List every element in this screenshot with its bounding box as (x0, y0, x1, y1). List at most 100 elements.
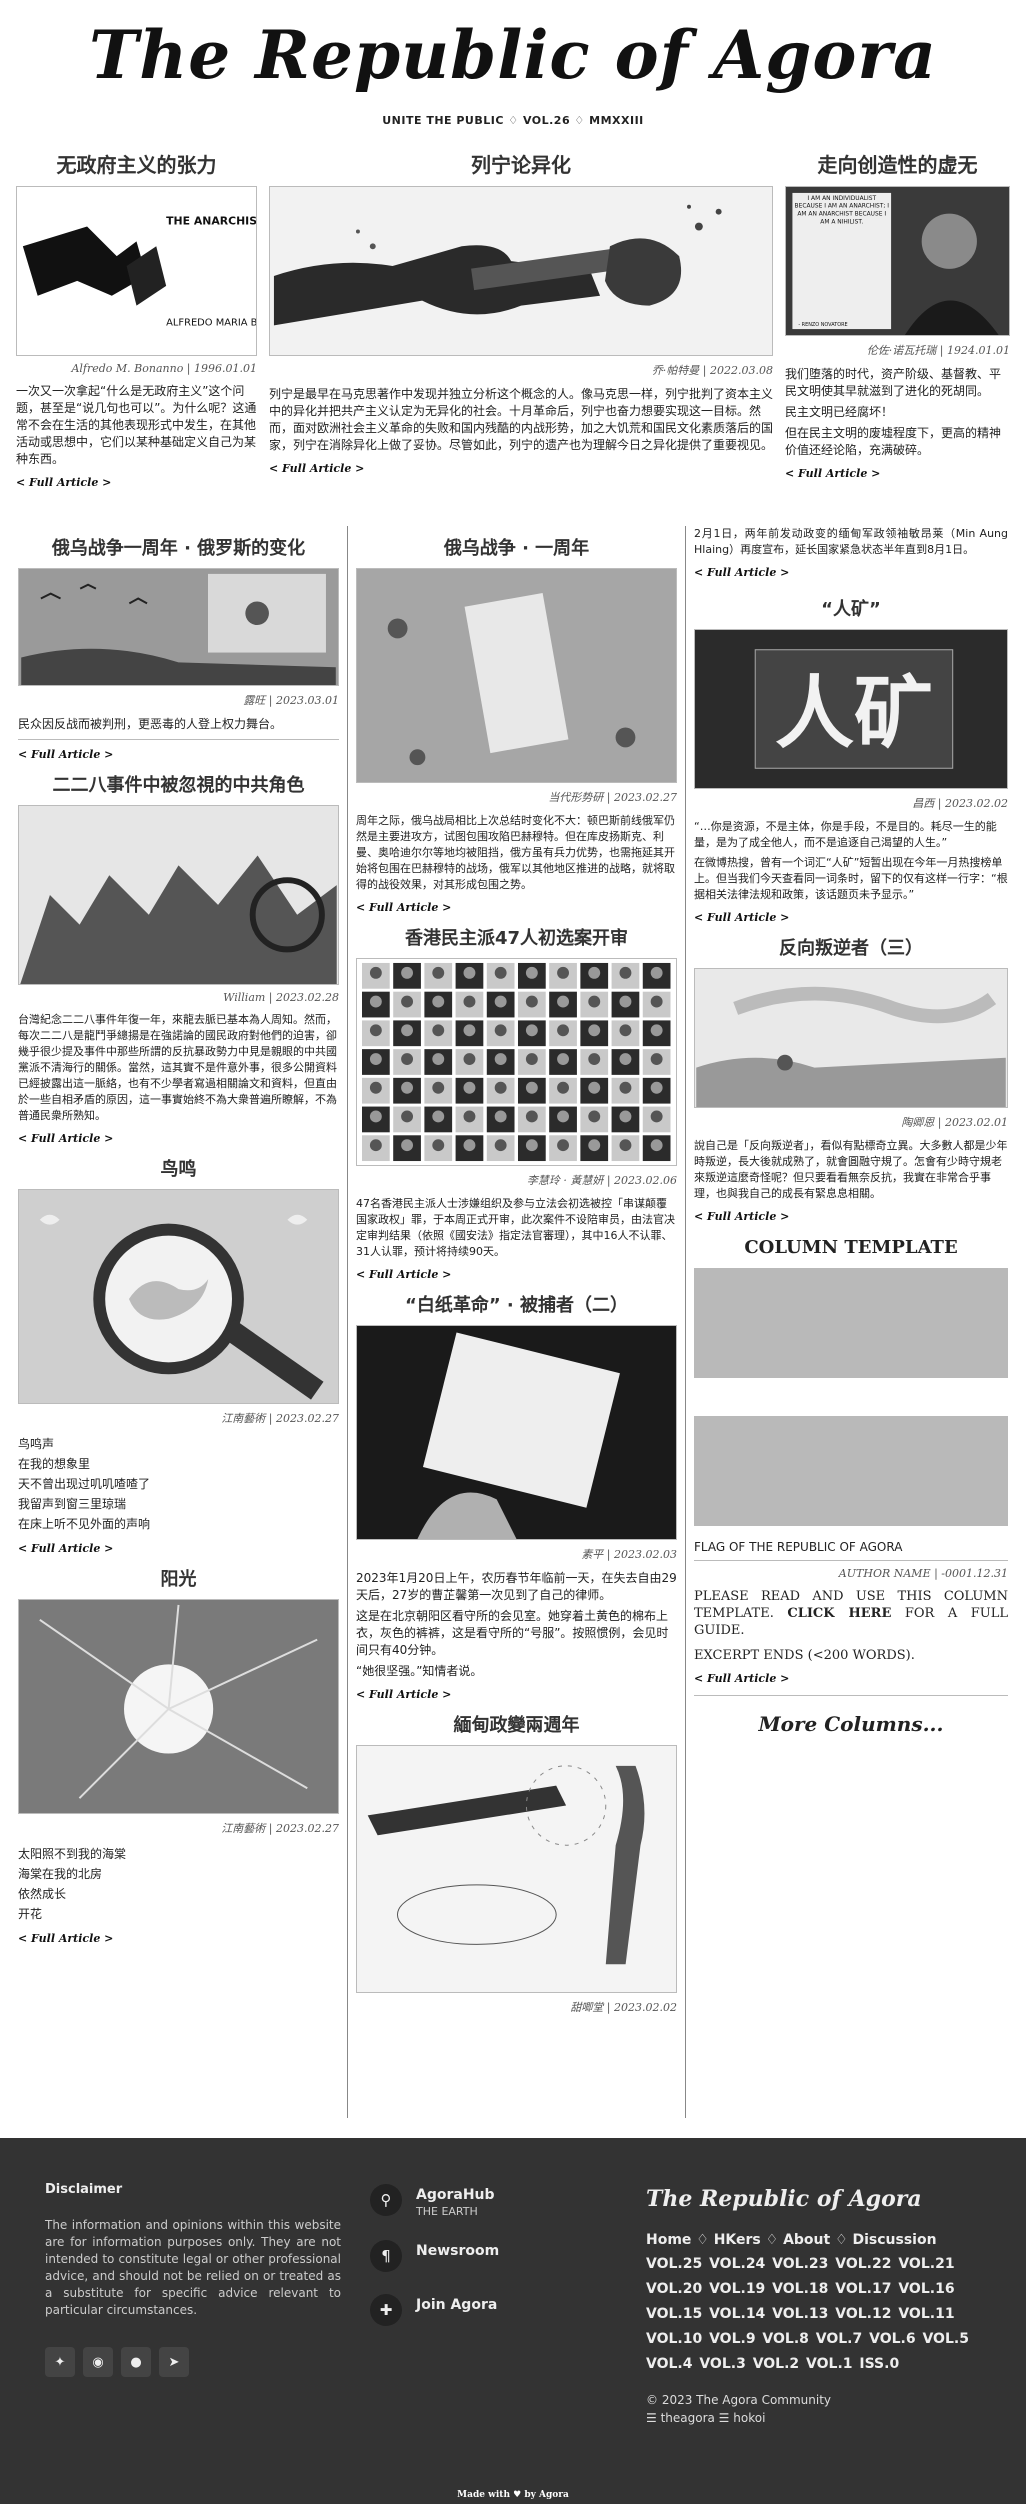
poem: 太阳照不到我的海棠 海棠在我的北房 依然成长 开花 (18, 1847, 127, 1921)
masthead: The Republic of Agora UNITE THE PUBLIC ♢… (0, 0, 1026, 148)
feature-article: 无政府主义的张力 THE ANARCHIST TENSION ALFREDO M… (10, 148, 263, 526)
full-article-link[interactable]: < Full Article > (269, 462, 773, 475)
article-image[interactable] (269, 186, 773, 356)
flag-image-bottom (694, 1416, 1008, 1526)
full-article-link[interactable]: < Full Article > (356, 1688, 677, 1701)
map-pin-icon: ⚲ (370, 2184, 402, 2216)
article-byline: 江南藝術 | 2023.02.27 (221, 1822, 339, 1835)
footer-main-nav[interactable]: Home ♢ HKers ♢ About ♢ Discussion (646, 2232, 986, 2248)
reddit-icon[interactable]: ● (121, 2347, 151, 2377)
telegram-icon[interactable]: ➤ (159, 2347, 189, 2377)
full-article-link[interactable]: < Full Article > (18, 1542, 339, 1555)
disclaimer: Disclaimer The information and opinions … (45, 2182, 341, 2377)
handles[interactable]: ☰ theagora ☰ hokoi (646, 2409, 986, 2427)
article-image[interactable] (356, 958, 677, 1166)
article-title[interactable]: 反向叛逆者（三） (694, 934, 1008, 960)
full-article-link[interactable]: < Full Article > (694, 1210, 1008, 1223)
column-template-title[interactable]: COLUMN TEMPLATE (694, 1237, 1008, 1258)
article-image[interactable]: THE ANARCHIST TENSION ALFREDO MARIA BONA… (16, 186, 257, 356)
full-article-link[interactable]: < Full Article > (18, 1932, 339, 1945)
article-image[interactable] (356, 1325, 677, 1540)
feature-article: 走向创造性的虚无 I AM AN INDIVIDUALIST BECAUSE I… (779, 148, 1016, 526)
article-excerpt: 47名香港民主派人士涉嫌组织及参与立法会初选被控「串谋颠覆国家政权」罪，于本周正… (356, 1197, 675, 1258)
disclaimer-title: Disclaimer (45, 2182, 123, 2197)
footer-brand[interactable]: The Republic of Agora (646, 2186, 986, 2212)
article-title[interactable]: 无政府主义的张力 (16, 148, 257, 182)
article-image[interactable] (18, 805, 339, 985)
agorahub-link[interactable]: ⚲ AgoraHub THE EARTH (370, 2184, 499, 2218)
masthead-subtitle: UNITE THE PUBLIC ♢ VOL.26 ♢ MMXXIII (382, 114, 644, 127)
full-article-link[interactable]: < Full Article > (694, 566, 1008, 579)
article-image[interactable] (18, 568, 339, 686)
top-features: 无政府主义的张力 THE ANARCHIST TENSION ALFREDO M… (0, 148, 1026, 526)
article-image[interactable]: 人矿 (694, 629, 1008, 789)
excerpt-note: EXCERPT ENDS (<200 WORDS). (694, 1648, 915, 1663)
article-title[interactable]: 俄乌战争 · 一周年 (356, 534, 677, 560)
article-title[interactable]: 阳光 (18, 1565, 339, 1591)
svg-text:ALFREDO MARIA BONANNO: ALFREDO MARIA BONANNO (166, 317, 256, 328)
more-columns-link[interactable]: More Columns... (694, 1712, 1008, 1736)
article-excerpt: 2月1日，两年前发动政变的缅甸军政领袖敏昂莱（Min Aung Hlaing）再… (694, 527, 1008, 556)
column-middle: 俄乌战争 · 一周年 当代形势研 | 2023.02.27 周年之际，俄乌战局相… (348, 526, 686, 2118)
article-excerpt: 周年之际，俄乌战局相比上次总结时变化不大：顿巴斯前线俄军仍然是主要进攻方，试图包… (356, 814, 675, 891)
article-title[interactable]: 緬甸政變兩週年 (356, 1711, 677, 1737)
footer-links: ⚲ AgoraHub THE EARTH ¶ Newsroom ✚ Join Ag… (370, 2184, 499, 2348)
article-title[interactable]: 俄乌战争一周年 · 俄罗斯的变化 (18, 534, 339, 560)
article-title[interactable]: 鸟鸣 (18, 1155, 339, 1181)
full-article-link[interactable]: < Full Article > (694, 911, 1008, 924)
article-byline: AUTHOR NAME | -0001.12.31 (838, 1567, 1008, 1580)
article-excerpt: “…你是资源，不是主体，你是手段，不是目的。耗尽一生的能量，是为了成全他人，而不… (694, 820, 1008, 901)
article-image[interactable] (694, 968, 1008, 1108)
article-image[interactable] (18, 1189, 339, 1404)
svg-text:- RENZO NOVATORE: - RENZO NOVATORE (798, 322, 847, 328)
full-article-link[interactable]: < Full Article > (694, 1672, 1008, 1685)
github-icon[interactable]: ◉ (83, 2347, 113, 2377)
join-agora-link[interactable]: ✚ Join Agora (370, 2294, 499, 2326)
footer: Disclaimer The information and opinions … (0, 2138, 1026, 2504)
article-byline: 陶卿恩 | 2023.02.01 (901, 1116, 1008, 1129)
volume-links[interactable]: VOL.25 VOL.24 VOL.23 VOL.22 VOL.21 VOL.2… (646, 2252, 986, 2377)
divider (694, 1560, 1008, 1561)
article-byline: 当代形势研 | 2023.02.27 (548, 791, 677, 804)
article-title[interactable]: “白纸革命” · 被捕者（二） (356, 1291, 677, 1317)
full-article-link[interactable]: < Full Article > (18, 1132, 339, 1145)
copyright: © 2023 The Agora Community ☰ theagora ☰ … (646, 2391, 986, 2427)
column-left: 俄乌战争一周年 · 俄罗斯的变化 露旺 | 2023.03.01 民众因反战而被… (10, 526, 348, 2118)
article-byline: Alfredo M. Bonanno | 1996.01.01 (71, 362, 257, 375)
flag-image-stripe (694, 1378, 1008, 1416)
svg-text:THE ANARCHIST TENSION: THE ANARCHIST TENSION (166, 215, 256, 228)
article-byline: William | 2023.02.28 (223, 991, 339, 1004)
click-here-link[interactable]: CLICK HERE (787, 1606, 891, 1621)
article-title[interactable]: 列宁论异化 (269, 148, 773, 182)
article-excerpt: 2023年1月20日上午，农历春节年临前一天，在失去自由29天后，27岁的曹芷馨… (356, 1571, 677, 1678)
article-excerpt: 說自己是「反向叛逆者」，看似有點標奇立異。大多數人都是少年時叛逆，長大後就成熟了… (694, 1139, 1008, 1200)
full-article-link[interactable]: < Full Article > (356, 1268, 677, 1281)
article-title[interactable]: 香港民主派47人初选案开审 (356, 924, 677, 950)
made-with: Made with ♥ by Agora (457, 2490, 569, 2500)
article-byline: 伦佐·诺瓦托瑞 | 1924.01.01 (866, 344, 1010, 357)
flag-image-top (694, 1268, 1008, 1378)
disclaimer-text: The information and opinions within this… (45, 2218, 341, 2317)
article-excerpt: 列宁是最早在马克思著作中发现并独立分析这个概念的人。像马克思一样，列宁批判了资本… (269, 387, 774, 452)
poem: 鸟鸣声 在我的想象里 天不曾出现过叽叽喳喳了 我留声到窗三里琼瑞 在床上听不见外面的声响 (18, 1437, 151, 1531)
full-article-link[interactable]: < Full Article > (18, 748, 339, 761)
full-article-link[interactable]: < Full Article > (356, 901, 677, 914)
paragraph-icon: ¶ (370, 2240, 402, 2272)
full-article-link[interactable]: < Full Article > (16, 476, 257, 489)
divider (694, 1695, 1008, 1696)
svg-text:人矿: 人矿 (775, 668, 933, 760)
full-article-link[interactable]: < Full Article > (785, 467, 1010, 480)
twitter-icon[interactable]: ✦ (45, 2347, 75, 2377)
article-title[interactable]: 二二八事件中被忽視的中共角色 (18, 771, 339, 797)
site-title[interactable]: The Republic of Agora (0, 16, 1026, 94)
article-image[interactable] (356, 568, 677, 783)
article-title[interactable]: 走向创造性的虚无 (785, 148, 1010, 182)
article-image[interactable] (18, 1599, 339, 1814)
newsroom-link[interactable]: ¶ Newsroom (370, 2240, 499, 2272)
article-byline: 素平 | 2023.02.03 (581, 1548, 677, 1561)
article-image[interactable] (356, 1745, 677, 1993)
social-links: ✦ ◉ ● ➤ (45, 2347, 341, 2377)
article-image[interactable]: I AM AN INDIVIDUALIST BECAUSE I AM AN AN… (785, 186, 1010, 336)
article-title[interactable]: “人矿” (694, 595, 1008, 621)
divider (18, 739, 339, 740)
